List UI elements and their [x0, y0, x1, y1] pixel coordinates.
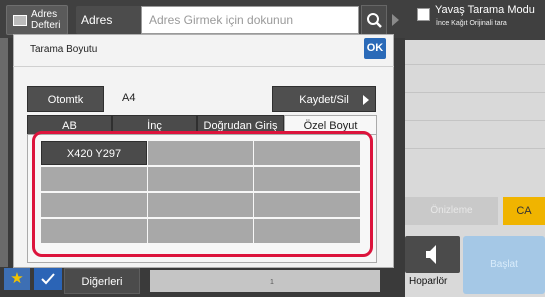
dialog-title: Tarama Boyutu — [30, 44, 98, 55]
divider — [405, 148, 545, 149]
ca-button[interactable]: CA — [503, 197, 545, 225]
start-button[interactable]: Başlat — [463, 236, 545, 294]
address-book-label: Adres Defteri — [31, 9, 61, 31]
save-delete-button[interactable]: Kaydet/Sil — [272, 86, 376, 112]
check-icon — [41, 273, 55, 285]
speaker-button[interactable] — [405, 236, 460, 273]
others-button[interactable]: Diğerleri — [64, 268, 140, 294]
arrow-right-icon — [363, 95, 369, 105]
slow-scan-subtitle: İnce Kağıt Orijinali tara — [436, 20, 507, 27]
divider — [405, 64, 545, 65]
address-book-button[interactable]: Adres Defteri — [6, 5, 68, 35]
address-book-icon — [13, 15, 27, 26]
address-input[interactable]: Adres Girmek için dokunun — [141, 6, 359, 34]
search-icon — [367, 13, 382, 28]
divider — [13, 66, 394, 67]
divider — [405, 92, 545, 93]
favorite-button[interactable]: ★ — [4, 268, 30, 290]
speaker-icon — [426, 245, 436, 264]
slow-scan-checkbox[interactable] — [417, 8, 430, 21]
auto-button[interactable]: Otomtk — [27, 86, 104, 112]
selected-size-value: A4 — [122, 92, 136, 104]
address-label: Adres — [76, 6, 142, 34]
left-strip — [0, 38, 8, 267]
checkmark-button[interactable] — [34, 268, 62, 290]
expand-arrow-icon[interactable] — [392, 14, 399, 26]
preview-button[interactable]: Önizleme — [405, 197, 498, 225]
speaker-label: Hoparlör — [409, 276, 448, 287]
search-button[interactable] — [361, 5, 387, 35]
divider — [405, 120, 545, 121]
ok-button[interactable]: OK — [364, 38, 386, 59]
highlight-frame — [32, 131, 373, 257]
save-delete-label: Kaydet/Sil — [299, 94, 349, 106]
star-icon: ★ — [10, 270, 24, 287]
slow-scan-title: Yavaş Tarama Modu — [435, 4, 535, 16]
background-panel — [150, 270, 380, 292]
page-number: 1 — [270, 279, 274, 286]
